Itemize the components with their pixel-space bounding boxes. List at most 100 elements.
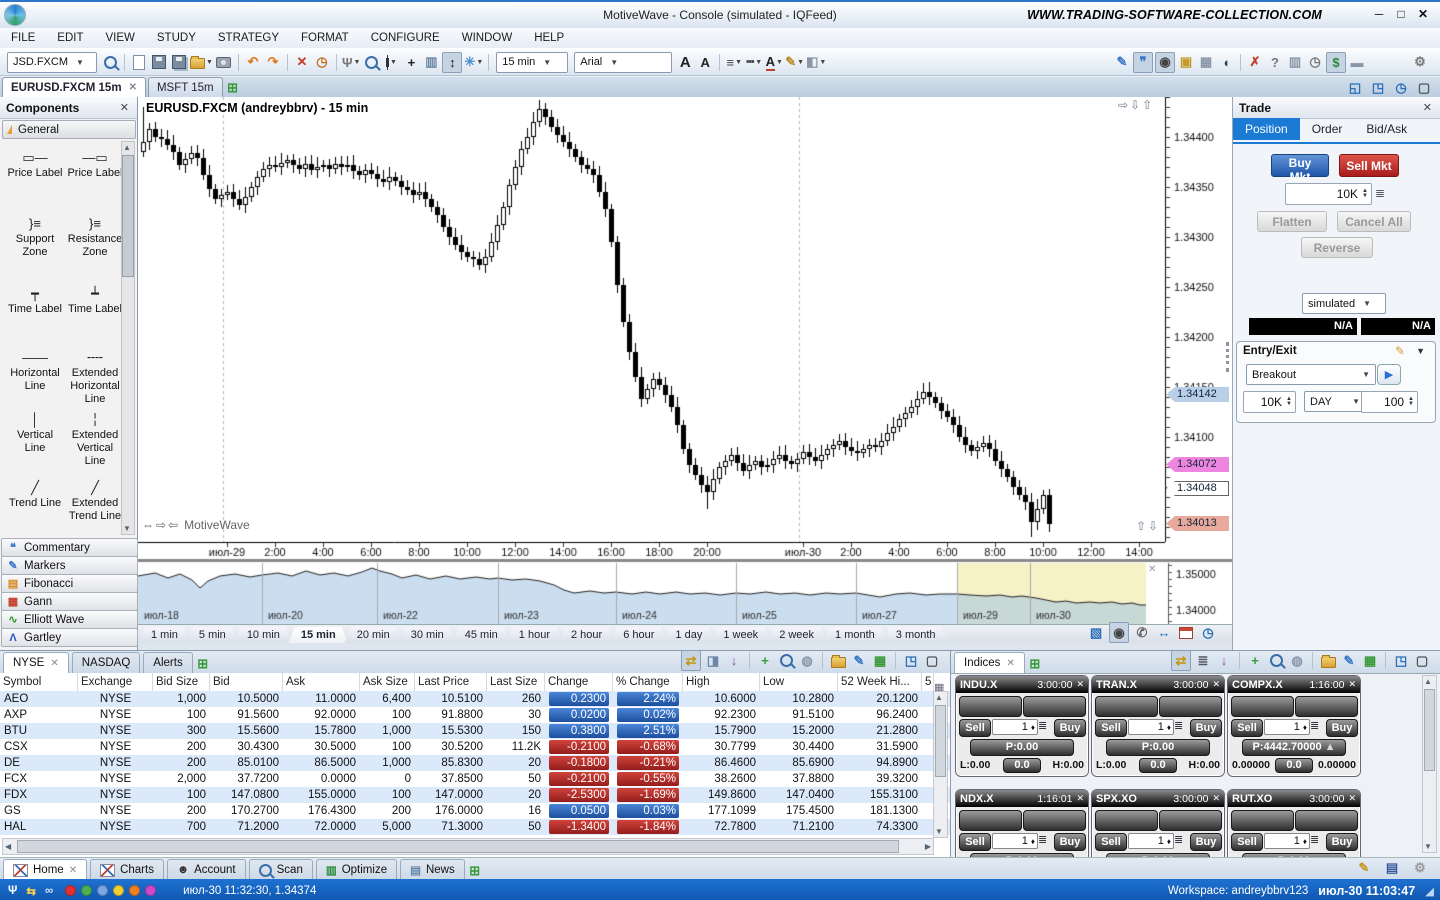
components-group-fibonacci[interactable]: ▤Fibonacci <box>1 574 138 593</box>
menu-edit[interactable]: EDIT <box>46 32 94 44</box>
float-icon[interactable]: ◳ <box>902 651 920 670</box>
tile-close-icon[interactable]: ✕ <box>1348 793 1356 804</box>
column-header-change[interactable]: Change <box>545 673 613 691</box>
list-view-icon[interactable]: ≣ <box>1194 651 1212 670</box>
strategy-select[interactable]: Breakout ▼ <box>1246 364 1376 385</box>
timeframe-tab-1-month[interactable]: 1 month <box>822 627 888 644</box>
tile-close-icon[interactable]: ✕ <box>1212 679 1220 690</box>
sell-button[interactable]: Sell <box>1095 833 1127 851</box>
column-header-52-week-hi-[interactable]: 52 Week Hi... <box>838 673 922 691</box>
component-price-label[interactable]: —▭Price Label <box>66 149 124 180</box>
buy-button[interactable]: Buy <box>1054 719 1086 737</box>
edit-list-icon[interactable]: ✎ <box>850 651 868 670</box>
watchlist-row-GS[interactable]: GSNYSE200170.2700176.4300200176.0000160.… <box>0 803 950 819</box>
tile-qty-stepper[interactable]: 1♦ <box>1128 719 1174 735</box>
pan-hand-icon[interactable]: Ψ▼ <box>342 53 360 72</box>
panel-splitter-handle[interactable] <box>1226 342 1229 372</box>
component-time-label[interactable]: ┯Time Label <box>6 285 64 316</box>
qty-presets-icon[interactable]: ≣ <box>1174 719 1183 732</box>
activate-strategy-button[interactable]: ▶ <box>1377 364 1401 385</box>
trade-tab-bidask[interactable]: Bid/Ask <box>1354 118 1419 140</box>
column-header-last-price[interactable]: Last Price <box>415 673 487 691</box>
sell-button[interactable]: Sell <box>1231 833 1263 851</box>
tile-close-icon[interactable]: ✕ <box>1348 679 1356 690</box>
timeframe-tab-5-min[interactable]: 5 min <box>186 627 239 644</box>
menu-strategy[interactable]: STRATEGY <box>207 32 290 44</box>
mask-icon[interactable]: ◖ <box>1217 53 1235 72</box>
link-group-icon[interactable]: ⇄ <box>681 650 701 671</box>
bid-button[interactable] <box>1095 696 1158 717</box>
index-tile-rut-xo[interactable]: RUT.XO3:00:00✕Sell1♦≣BuyP:0.00 <box>1227 789 1361 857</box>
column-header-ask[interactable]: Ask <box>283 673 360 691</box>
close-tab-icon[interactable]: ✕ <box>129 82 137 93</box>
workspace-tab-scan[interactable]: Scan <box>249 859 313 880</box>
component-extended-vertical-line[interactable]: ╎Extended Vertical Line <box>66 411 124 468</box>
workspace-tab-news[interactable]: ▤News <box>400 859 465 880</box>
vscroll-thumb[interactable] <box>1424 689 1435 771</box>
component-trend-line[interactable]: ╱Trend Line <box>6 479 64 510</box>
close-tab-icon[interactable]: ✕ <box>69 865 77 876</box>
font-increase-icon[interactable]: A <box>676 53 694 72</box>
workspace-tab-home[interactable]: Home✕ <box>3 859 87 880</box>
timeframe-tab-10-min[interactable]: 10 min <box>234 627 293 644</box>
mid-button[interactable]: 0.0 <box>1003 758 1041 773</box>
edit-note-icon[interactable]: ✎ <box>1355 858 1373 877</box>
ask-button[interactable] <box>1159 810 1222 831</box>
watchlist-row-FDX[interactable]: FDXNYSE100147.0800155.0000100147.000020-… <box>0 787 950 803</box>
menu-study[interactable]: STUDY <box>146 32 207 44</box>
table-add-icon[interactable]: ▦ <box>871 651 889 670</box>
fit-width-icon[interactable]: ↔ <box>1155 623 1173 642</box>
column-header-ask-size[interactable]: Ask Size <box>360 673 415 691</box>
quantity-presets-icon[interactable]: ≣ <box>1375 186 1385 200</box>
timeframe-tab-1-hour[interactable]: 1 hour <box>506 627 563 644</box>
buy-button[interactable]: Buy <box>1190 719 1222 737</box>
font-color-icon[interactable]: A▼ <box>765 53 783 72</box>
position-button[interactable]: P:0.00 <box>1106 739 1210 756</box>
component-extended-horizontal-line[interactable]: ╌╌Extended Horizontal Line <box>66 349 124 406</box>
add-page-icon[interactable]: ⊞ <box>466 861 484 880</box>
ask-button[interactable] <box>1023 810 1086 831</box>
db-add-icon[interactable]: ◍ <box>1288 651 1306 670</box>
add-chart-tab-icon[interactable]: ⊞ <box>224 78 242 97</box>
timeframe-tab-2-week[interactable]: 2 week <box>766 627 827 644</box>
account-select[interactable]: simulated ▼ <box>1302 293 1386 314</box>
timeframe-tab-1-week[interactable]: 1 week <box>710 627 771 644</box>
watchlist-tab-nyse[interactable]: NYSE✕ <box>3 652 69 673</box>
panels-icon[interactable]: ▦ <box>1197 53 1215 72</box>
search-icon[interactable] <box>101 53 119 72</box>
open-folder-icon[interactable]: ▼ <box>190 53 213 72</box>
timeframe-tab-1-min[interactable]: 1 min <box>138 627 191 644</box>
cancel-all-button[interactable]: Cancel All <box>1337 211 1411 232</box>
sell-button[interactable]: Sell <box>1095 719 1127 737</box>
qty-presets-icon[interactable]: ≣ <box>1310 833 1319 846</box>
scroll-down-icon[interactable]: ▼ <box>122 524 132 533</box>
vscroll-thumb[interactable] <box>935 705 946 777</box>
qty-presets-icon[interactable]: ≣ <box>1038 719 1047 732</box>
mobile-alert-icon[interactable]: ✆ <box>1133 623 1151 642</box>
buy-button[interactable]: Buy <box>1326 719 1358 737</box>
maximize-icon[interactable]: ▢ <box>1413 651 1431 670</box>
menu-help[interactable]: HELP <box>523 32 575 44</box>
trade-close-icon[interactable]: ✕ <box>1423 101 1432 114</box>
maximize-chart-icon[interactable]: ▢ <box>1415 78 1433 97</box>
line-width-icon[interactable]: ≡▼ <box>725 53 743 72</box>
add-symbol-icon[interactable]: + <box>1246 651 1264 670</box>
db-add-icon[interactable]: ◍ <box>798 651 816 670</box>
close-button[interactable]: ✕ <box>1414 6 1432 22</box>
edit-strategy-icon[interactable]: ✎ <box>1395 344 1405 358</box>
column-header-exchange[interactable]: Exchange <box>78 673 153 691</box>
ask-button[interactable] <box>1295 696 1358 717</box>
components-group-elliott-wave[interactable]: ∿Elliott Wave <box>1 610 138 629</box>
tile-qty-stepper[interactable]: 1♦ <box>992 833 1038 849</box>
tile-close-icon[interactable]: ✕ <box>1076 793 1084 804</box>
link-charts-icon[interactable]: ✳▼ <box>464 53 483 72</box>
watchlist-tab-alerts[interactable]: Alerts <box>143 652 192 673</box>
scroll-up-icon[interactable]: ▲ <box>935 693 943 702</box>
add-tab-icon[interactable]: ⊞ <box>194 654 212 673</box>
timeframe-tab-15-min[interactable]: 15 min <box>288 627 349 644</box>
timeframe-tab-6-hour[interactable]: 6 hour <box>610 627 667 644</box>
buy-button[interactable]: Buy <box>1054 833 1086 851</box>
resize-grip-icon[interactable]: ◢ <box>1425 884 1434 898</box>
maximize-icon[interactable]: ▢ <box>923 651 941 670</box>
settings-icon[interactable]: ⚙ <box>1411 53 1429 72</box>
